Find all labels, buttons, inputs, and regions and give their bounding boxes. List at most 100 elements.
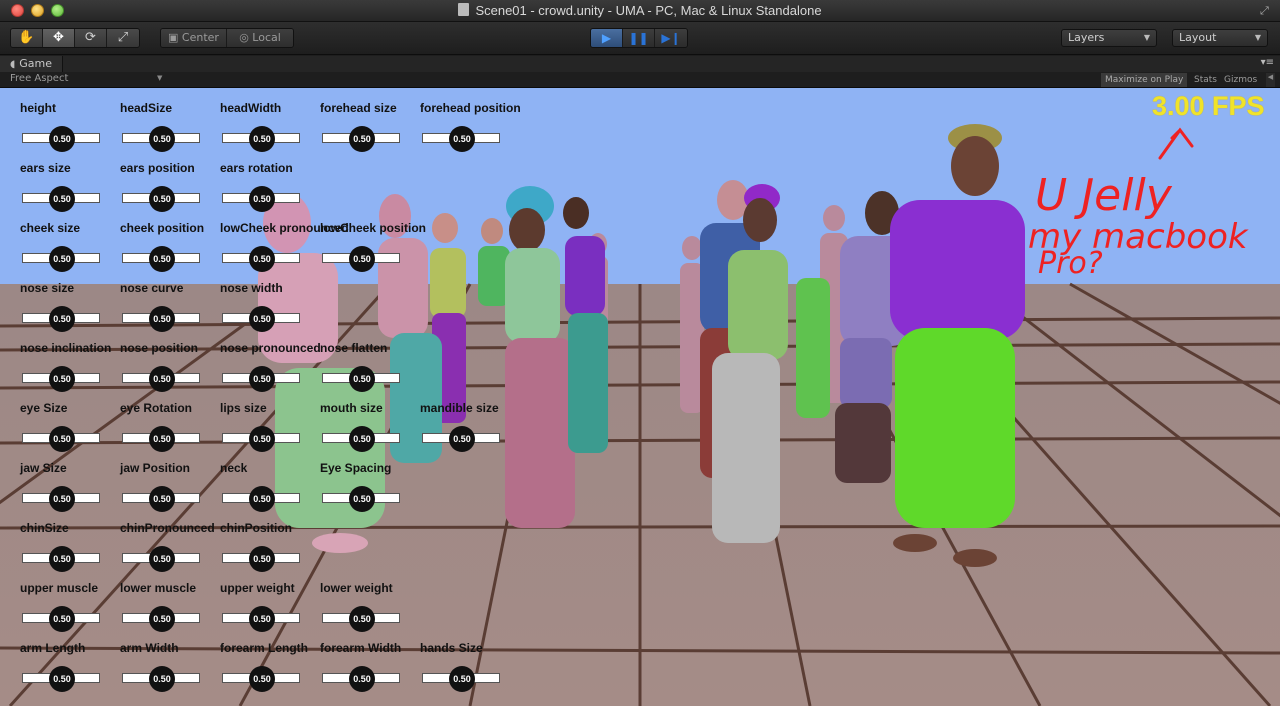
dna-slider[interactable]: 0.50 xyxy=(22,486,100,512)
dna-slider[interactable]: 0.50 xyxy=(422,126,500,152)
dna-slider[interactable]: 0.50 xyxy=(322,366,400,392)
dna-slider[interactable]: 0.50 xyxy=(222,486,300,512)
fullscreen-icon[interactable]: ⤢ xyxy=(1260,4,1274,18)
slider-thumb[interactable]: 0.50 xyxy=(249,126,275,152)
slider-thumb[interactable]: 0.50 xyxy=(149,306,175,332)
slider-thumb[interactable]: 0.50 xyxy=(149,426,175,452)
dna-slider[interactable]: 0.50 xyxy=(322,426,400,452)
slider-thumb[interactable]: 0.50 xyxy=(249,666,275,692)
maximize-on-play-toggle[interactable]: Maximize on Play xyxy=(1101,73,1188,87)
tab-menu-icon[interactable]: ▾≡ xyxy=(1261,57,1274,68)
stats-toggle[interactable]: Stats xyxy=(1190,73,1221,87)
slider-thumb[interactable]: 0.50 xyxy=(49,246,75,272)
dna-slider[interactable]: 0.50 xyxy=(122,606,200,632)
dna-slider[interactable]: 0.50 xyxy=(222,366,300,392)
dna-slider[interactable]: 0.50 xyxy=(222,126,300,152)
slider-thumb[interactable]: 0.50 xyxy=(349,606,375,632)
dna-slider[interactable]: 0.50 xyxy=(122,486,200,512)
rotate-tool-button[interactable]: ⟳ xyxy=(75,29,107,47)
slider-thumb[interactable]: 0.50 xyxy=(249,546,275,572)
dna-slider[interactable]: 0.50 xyxy=(122,666,200,692)
slider-thumb[interactable]: 0.50 xyxy=(49,606,75,632)
step-button[interactable]: ▶❙ xyxy=(655,29,687,47)
dna-slider[interactable]: 0.50 xyxy=(22,126,100,152)
game-viewport[interactable]: U Jelly my macbook Pro? 3.00 FPS height 0… xyxy=(0,88,1280,706)
dna-slider[interactable]: 0.50 xyxy=(322,666,400,692)
dna-slider[interactable]: 0.50 xyxy=(22,426,100,452)
slider-thumb[interactable]: 0.50 xyxy=(349,426,375,452)
dna-slider[interactable]: 0.50 xyxy=(22,666,100,692)
layers-dropdown[interactable]: Layers ▼ xyxy=(1061,29,1157,47)
dna-slider[interactable]: 0.50 xyxy=(22,306,100,332)
dna-slider[interactable]: 0.50 xyxy=(222,606,300,632)
slider-thumb[interactable]: 0.50 xyxy=(149,186,175,212)
slider-thumb[interactable]: 0.50 xyxy=(149,546,175,572)
dna-slider[interactable]: 0.50 xyxy=(22,606,100,632)
dna-slider[interactable]: 0.50 xyxy=(422,666,500,692)
dna-slider[interactable]: 0.50 xyxy=(22,186,100,212)
dna-slider[interactable]: 0.50 xyxy=(22,366,100,392)
gizmos-dropdown[interactable]: Gizmos xyxy=(1220,73,1261,87)
slider-thumb[interactable]: 0.50 xyxy=(149,246,175,272)
slider-thumb[interactable]: 0.50 xyxy=(249,606,275,632)
slider-thumb[interactable]: 0.50 xyxy=(49,126,75,152)
dna-slider[interactable]: 0.50 xyxy=(122,546,200,572)
dna-slider[interactable]: 0.50 xyxy=(222,306,300,332)
dna-slider[interactable]: 0.50 xyxy=(422,426,500,452)
slider-thumb[interactable]: 0.50 xyxy=(449,126,475,152)
slider-thumb[interactable]: 0.50 xyxy=(249,486,275,512)
dna-slider[interactable]: 0.50 xyxy=(222,426,300,452)
dna-slider[interactable]: 0.50 xyxy=(22,246,100,272)
slider-thumb[interactable]: 0.50 xyxy=(349,126,375,152)
dna-slider[interactable]: 0.50 xyxy=(122,186,200,212)
aspect-dropdown[interactable]: Free Aspect xyxy=(10,73,68,84)
slider-thumb[interactable]: 0.50 xyxy=(49,666,75,692)
slider-thumb[interactable]: 0.50 xyxy=(349,486,375,512)
slider-thumb[interactable]: 0.50 xyxy=(49,546,75,572)
dna-slider[interactable]: 0.50 xyxy=(322,126,400,152)
dna-slider[interactable]: 0.50 xyxy=(122,366,200,392)
slider-thumb[interactable]: 0.50 xyxy=(149,606,175,632)
dna-slider[interactable]: 0.50 xyxy=(122,126,200,152)
dna-slider[interactable]: 0.50 xyxy=(322,486,400,512)
scroll-arrow-icon[interactable]: ◀ xyxy=(1266,73,1275,87)
slider-thumb[interactable]: 0.50 xyxy=(449,426,475,452)
slider-thumb[interactable]: 0.50 xyxy=(449,666,475,692)
slider-thumb[interactable]: 0.50 xyxy=(349,366,375,392)
slider-thumb[interactable]: 0.50 xyxy=(149,486,175,512)
slider-thumb[interactable]: 0.50 xyxy=(149,666,175,692)
pivot-center-toggle[interactable]: ▣ Center xyxy=(161,29,227,47)
play-button[interactable]: ▶ xyxy=(591,29,623,47)
slider-thumb[interactable]: 0.50 xyxy=(249,246,275,272)
layout-dropdown[interactable]: Layout ▼ xyxy=(1172,29,1268,47)
slider-thumb[interactable]: 0.50 xyxy=(49,426,75,452)
scale-tool-button[interactable]: ⤢ xyxy=(107,29,139,47)
slider-thumb[interactable]: 0.50 xyxy=(249,366,275,392)
slider-thumb[interactable]: 0.50 xyxy=(249,426,275,452)
slider-thumb[interactable]: 0.50 xyxy=(249,186,275,212)
tab-game[interactable]: ◖ Game xyxy=(0,56,64,72)
dna-slider[interactable]: 0.50 xyxy=(322,246,400,272)
dna-slider[interactable]: 0.50 xyxy=(122,426,200,452)
move-tool-button[interactable]: ✥ xyxy=(43,29,75,47)
pause-button[interactable]: ❚❚ xyxy=(623,29,655,47)
dna-slider[interactable]: 0.50 xyxy=(222,546,300,572)
slider-thumb[interactable]: 0.50 xyxy=(49,366,75,392)
slider-thumb[interactable]: 0.50 xyxy=(149,366,175,392)
pivot-space-toggle[interactable]: ◎ Local xyxy=(227,29,293,47)
slider-thumb[interactable]: 0.50 xyxy=(49,306,75,332)
dna-slider[interactable]: 0.50 xyxy=(222,186,300,212)
dna-slider[interactable]: 0.50 xyxy=(322,606,400,632)
dna-slider[interactable]: 0.50 xyxy=(122,246,200,272)
slider-thumb[interactable]: 0.50 xyxy=(349,246,375,272)
slider-thumb[interactable]: 0.50 xyxy=(249,306,275,332)
slider-thumb[interactable]: 0.50 xyxy=(49,186,75,212)
slider-thumb[interactable]: 0.50 xyxy=(149,126,175,152)
hand-tool-button[interactable]: ✋ xyxy=(11,29,43,47)
dna-slider[interactable]: 0.50 xyxy=(122,306,200,332)
slider-thumb[interactable]: 0.50 xyxy=(349,666,375,692)
dna-slider[interactable]: 0.50 xyxy=(222,666,300,692)
dna-slider[interactable]: 0.50 xyxy=(222,246,300,272)
slider-thumb[interactable]: 0.50 xyxy=(49,486,75,512)
dna-slider[interactable]: 0.50 xyxy=(22,546,100,572)
